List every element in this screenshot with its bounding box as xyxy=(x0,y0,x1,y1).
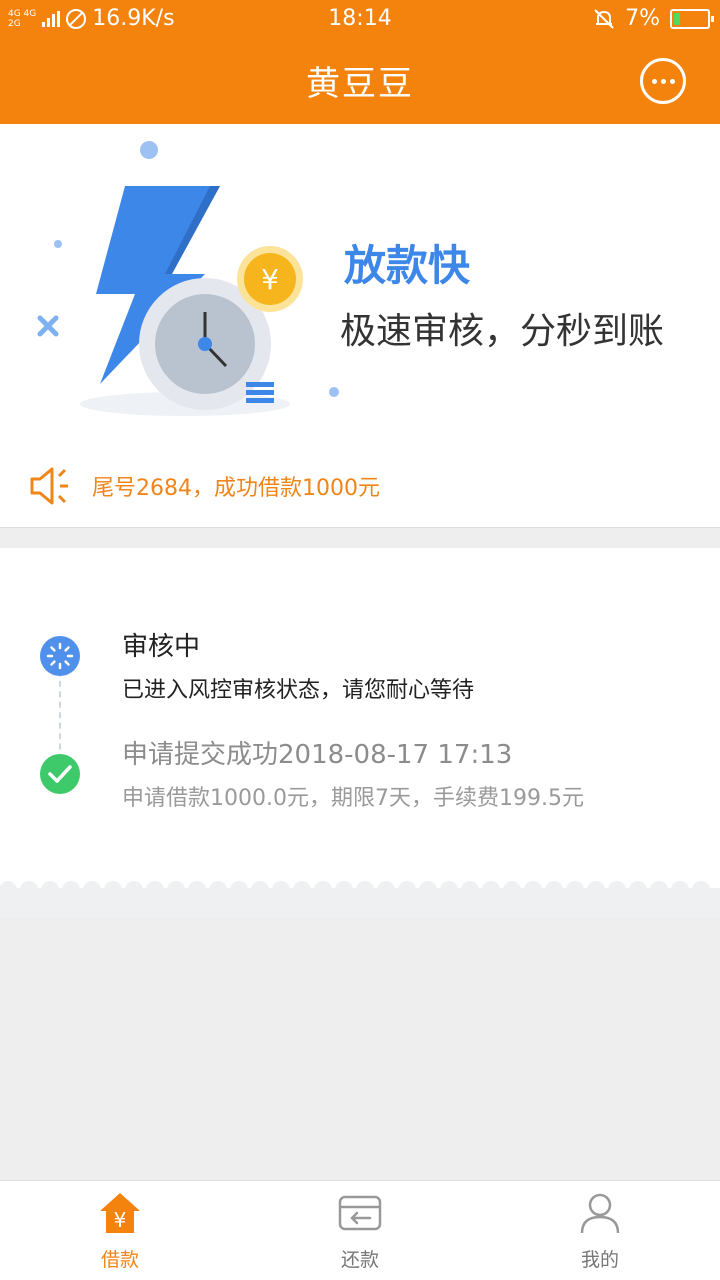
hero-title: 放款快 xyxy=(344,241,471,290)
loan-notice: 尾号2684，成功借款1000元 xyxy=(28,464,380,508)
chat-bubble-icon xyxy=(651,78,657,84)
wavy-divider xyxy=(0,881,720,918)
nav-label-repay: 还款 xyxy=(340,1249,379,1271)
bottom-nav: ¥ 借款 还款 我的 xyxy=(0,1180,720,1280)
loan-house-icon: ¥ xyxy=(100,1193,140,1233)
yen-symbol: ¥ xyxy=(261,263,279,296)
nav-item-repay[interactable]: 还款 xyxy=(240,1181,480,1280)
nav-yen-symbol: ¥ xyxy=(114,1208,127,1232)
nav-item-mine[interactable]: 我的 xyxy=(480,1181,720,1280)
fast-loan-illustration: ¥ xyxy=(37,141,339,416)
status-right: 7% xyxy=(593,6,714,31)
check-icon xyxy=(40,754,80,794)
status-bar: 4G 4G 2G 16.9K/s 18:14 7% xyxy=(0,0,720,38)
user-icon xyxy=(580,1193,620,1234)
step-reviewing-desc: 已进入风控审核状态，请您耐心等待 xyxy=(122,678,475,703)
step-submitted-desc: 申请借款1000.0元，期限7天，手续费199.5元 xyxy=(122,786,584,811)
battery-icon xyxy=(670,8,714,29)
battery-percent: 7% xyxy=(625,6,660,31)
page-title: 黄豆豆 xyxy=(306,64,414,104)
notice-text: 尾号2684，成功借款1000元 xyxy=(92,476,380,501)
nav-item-loan[interactable]: ¥ 借款 xyxy=(0,1181,240,1280)
hero-subtitle: 极速审核，分秒到账 xyxy=(340,311,665,352)
application-status-card: 审核中 已进入风控审核状态，请您耐心等待 申请提交成功2018-08-17 17… xyxy=(0,548,720,888)
repay-card-icon xyxy=(338,1195,382,1231)
chat-button[interactable] xyxy=(640,58,686,104)
nav-label-mine: 我的 xyxy=(580,1249,619,1271)
loading-icon xyxy=(40,636,80,676)
promo-banner: ¥ 放款快 极速审核，分秒到账 尾号2684，成功借款1000元 xyxy=(0,124,720,528)
nav-label-loan: 借款 xyxy=(100,1249,139,1271)
bell-muted-icon xyxy=(594,8,614,29)
app-header: 4G 4G 2G 16.9K/s 18:14 7% 黄豆豆 xyxy=(0,0,720,124)
speaker-icon xyxy=(30,467,68,505)
step-submitted-title: 申请提交成功2018-08-17 17:13 xyxy=(122,740,513,770)
step-reviewing-title: 审核中 xyxy=(122,632,201,662)
